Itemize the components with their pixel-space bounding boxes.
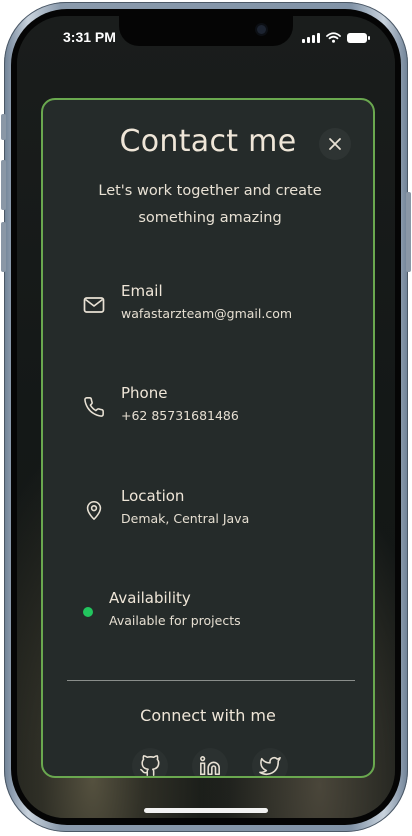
phone-label: Phone (121, 384, 168, 402)
side-button (1, 114, 6, 140)
close-button[interactable] (319, 128, 351, 160)
notch (119, 16, 293, 46)
screen: 3:31 PM Contact me Let's work together a… (17, 16, 395, 818)
availability-value: Available for projects (109, 613, 241, 628)
wifi-icon (326, 32, 341, 43)
email-value: wafastarzteam@gmail.com (121, 306, 293, 321)
camera-icon (257, 25, 266, 34)
github-button[interactable] (132, 748, 168, 776)
availability-label: Availability (109, 589, 191, 607)
home-indicator (144, 808, 268, 813)
contact-availability: Availability Available for projects (69, 585, 359, 639)
mail-icon (83, 297, 105, 313)
contact-email[interactable]: Email wafastarzteam@gmail.com (69, 278, 359, 332)
map-pin-icon (86, 500, 102, 520)
volume-up-button (1, 160, 6, 210)
contact-modal: Contact me Let's work together and creat… (41, 98, 375, 778)
github-icon (140, 755, 160, 776)
phone-frame: 3:31 PM Contact me Let's work together a… (1, 2, 411, 832)
twitter-button[interactable] (252, 748, 288, 776)
status-dot (83, 607, 93, 617)
contact-phone[interactable]: Phone +62 85731681486 (69, 380, 359, 434)
status-time: 3:31 PM (63, 29, 116, 45)
phone-icon (84, 397, 104, 417)
phone-value: +62 85731681486 (121, 408, 239, 423)
status-bar: 3:31 PM (17, 16, 395, 60)
volume-down-button (1, 222, 6, 272)
connect-heading: Connect with me (140, 706, 276, 725)
status-icons (302, 32, 370, 43)
divider (67, 680, 355, 681)
battery-icon (347, 33, 370, 43)
twitter-icon (259, 756, 281, 775)
linkedin-icon (200, 756, 220, 776)
modal-subtitle: Let's work together and create something… (98, 183, 322, 226)
power-button (406, 192, 411, 272)
linkedin-button[interactable] (192, 748, 228, 776)
location-label: Location (121, 487, 185, 505)
email-label: Email (121, 282, 163, 300)
contact-location[interactable]: Location Demak, Central Java (69, 483, 359, 537)
location-value: Demak, Central Java (121, 511, 250, 526)
signal-icon (302, 33, 320, 43)
close-icon (329, 138, 341, 150)
